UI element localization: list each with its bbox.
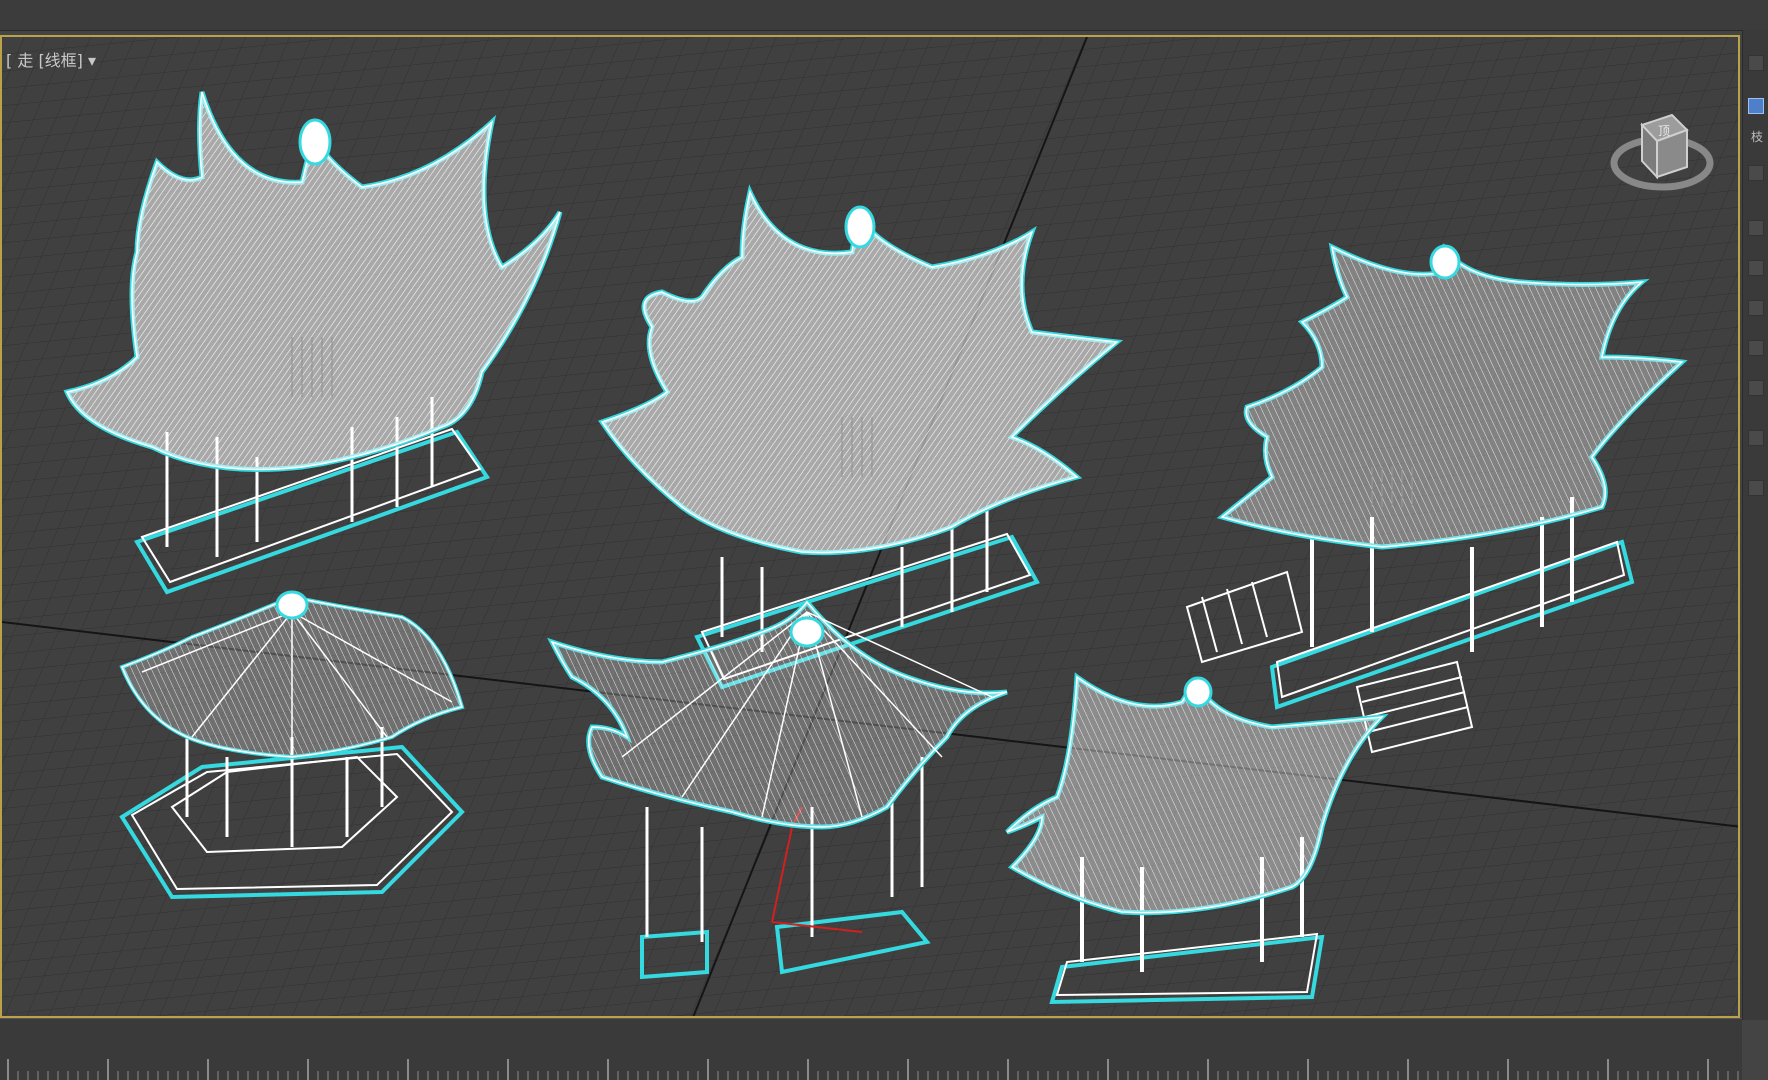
- panel-field-6[interactable]: [1748, 430, 1764, 446]
- panel-field-1[interactable]: [1748, 220, 1764, 236]
- panel-tab-1[interactable]: [1748, 55, 1764, 71]
- panel-rollout-arrow[interactable]: [1748, 165, 1764, 181]
- panel-field-4[interactable]: [1748, 340, 1764, 356]
- viewcube-icon[interactable]: 顶: [1602, 85, 1722, 205]
- panel-fragment-text: 枝: [1751, 130, 1764, 144]
- max-app: [ 走 [线框] ▾ 顶 枝: [0, 0, 1768, 1080]
- viewport-label[interactable]: [ 走 [线框] ▾: [6, 47, 96, 71]
- command-panel-edge: 枝: [1742, 30, 1768, 1020]
- panel-tab-active[interactable]: [1748, 98, 1764, 114]
- render-mode-menu-arrow[interactable]: ▾: [88, 51, 96, 70]
- panel-field-2[interactable]: [1748, 260, 1764, 276]
- top-toolbar-strip: [0, 0, 1768, 31]
- view-mode-menu[interactable]: 走: [17, 51, 33, 70]
- perspective-viewport[interactable]: [ 走 [线框] ▾ 顶: [0, 35, 1740, 1018]
- panel-field-5[interactable]: [1748, 380, 1764, 396]
- viewport-scene[interactable]: [2, 37, 1740, 1018]
- panel-field-3[interactable]: [1748, 300, 1764, 316]
- viewport-label-prefix[interactable]: [: [6, 51, 17, 70]
- panel-field-7[interactable]: [1748, 480, 1764, 496]
- timeline-ruler[interactable]: [0, 1018, 1742, 1080]
- viewcube-face-label: 顶: [1658, 124, 1670, 138]
- render-mode-menu[interactable]: [线框]: [38, 51, 83, 70]
